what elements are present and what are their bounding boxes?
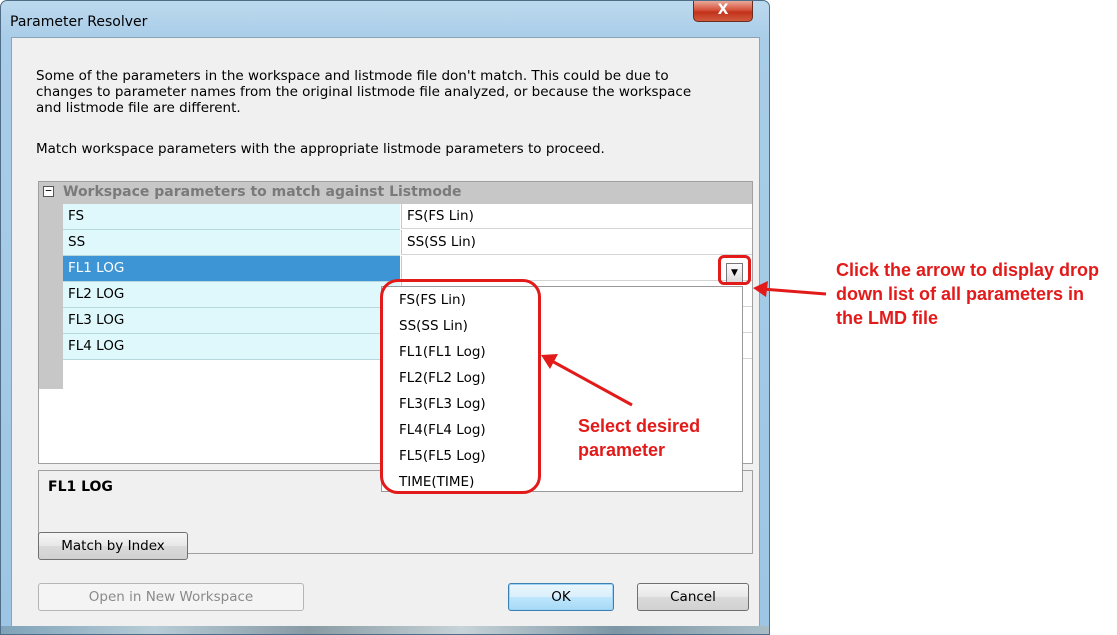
row-name: FS <box>63 204 400 230</box>
row-value[interactable]: FS(FS Lin) <box>401 204 752 229</box>
arrow-instruction-note: Click the arrow to display drop down lis… <box>836 260 1100 328</box>
dropdown-highlight-box <box>380 279 541 494</box>
intro-text: Some of the parameters in the workspace … <box>36 68 692 116</box>
grid-category-header: − Workspace parameters to match against … <box>39 182 752 204</box>
row-value[interactable]: SS(SS Lin) <box>401 230 752 255</box>
instruction-text: Match workspace parameters with the appr… <box>36 141 605 157</box>
window-title: Parameter Resolver <box>10 14 148 30</box>
ok-button[interactable]: OK <box>508 583 614 611</box>
row-name: FL1 LOG <box>63 256 400 282</box>
grid-row-fs[interactable]: FS FS(FS Lin) <box>63 204 752 230</box>
close-icon: X <box>717 2 729 18</box>
grid-row-ss[interactable]: SS SS(SS Lin) <box>63 230 752 256</box>
close-button[interactable]: X <box>693 1 753 22</box>
arrow-highlight-box <box>718 255 751 285</box>
row-name: FL4 LOG <box>63 334 400 360</box>
grid-header-label: Workspace parameters to match against Li… <box>63 184 462 200</box>
match-by-index-button[interactable]: Match by Index <box>38 532 188 560</box>
grid-gutter <box>39 204 63 389</box>
select-instruction-note: Select desired parameter <box>578 416 701 460</box>
row-value-editor[interactable] <box>401 256 752 281</box>
row-name: SS <box>63 230 400 256</box>
open-in-new-workspace-button[interactable]: Open in New Workspace <box>38 583 304 611</box>
description-title: FL1 LOG <box>48 479 113 495</box>
cancel-button[interactable]: Cancel <box>637 583 749 611</box>
row-name: FL3 LOG <box>63 308 400 334</box>
row-name: FL2 LOG <box>63 282 400 308</box>
title-bar[interactable]: Parameter Resolver X <box>1 1 769 37</box>
collapse-icon[interactable]: − <box>43 185 54 197</box>
